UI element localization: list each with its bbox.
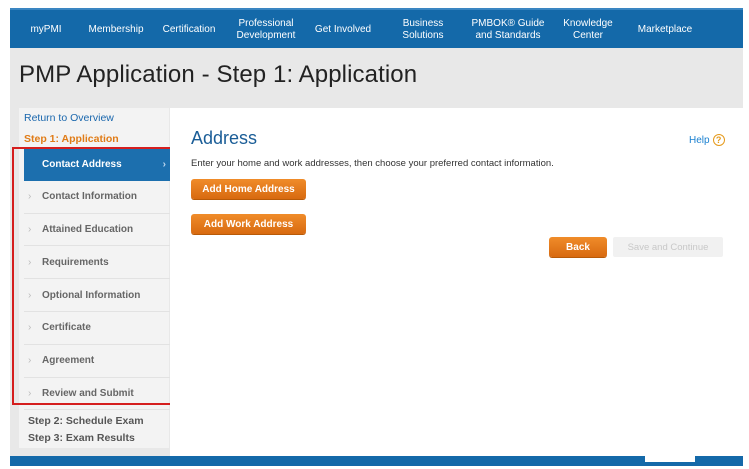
substep-review-and-submit[interactable]: › Review and Submit [24, 378, 170, 411]
help-icon: ? [712, 134, 725, 146]
nav-item-membership[interactable]: Membership [82, 10, 150, 50]
chevron-right-icon: › [162, 158, 166, 170]
back-button[interactable]: Back [549, 237, 607, 257]
substep-label: Certificate [42, 322, 91, 334]
nav-item-mypmi[interactable]: myPMI [10, 10, 82, 50]
substep-certificate[interactable]: › Certificate [24, 312, 170, 345]
add-home-address-button[interactable]: Add Home Address [191, 179, 306, 199]
substep-attained-education[interactable]: › Attained Education [24, 214, 170, 247]
substep-label: Optional Information [42, 289, 141, 301]
chevron-right-icon: › [28, 355, 32, 367]
nav-item-knowledge-center[interactable]: Knowledge Center [552, 10, 624, 50]
save-and-continue-button[interactable]: Save and Continue [613, 237, 723, 257]
substep-contact-address[interactable]: Contact Address › [24, 148, 178, 181]
nav-item-marketplace[interactable]: Marketplace [624, 10, 706, 50]
bottom-bar-gap [645, 456, 695, 462]
help-label: Help [689, 134, 710, 146]
nav-item-pmbok-guide[interactable]: PMBOK® Guide and Standards [464, 10, 552, 50]
substep-label: Attained Education [42, 223, 134, 235]
chevron-right-icon: › [28, 191, 32, 203]
chevron-right-icon: › [28, 322, 32, 334]
page-title: PMP Application - Step 1: Application [19, 61, 418, 88]
substep-optional-information[interactable]: › Optional Information [24, 279, 170, 312]
substep-label: Contact Address [42, 158, 122, 170]
add-work-address-button[interactable]: Add Work Address [191, 214, 306, 234]
substep-requirements[interactable]: › Requirements [24, 246, 170, 280]
substep-list: Contact Address › › Contact Information … [24, 148, 178, 411]
section-title: Address [191, 128, 258, 148]
app-window: myPMI Membership Certification Professio… [0, 0, 749, 469]
substep-label: Requirements [42, 256, 109, 268]
current-step-label: Step 1: Application [24, 133, 119, 145]
step2-label: Step 2: Schedule Exam [28, 415, 144, 427]
nav-item-business-solutions[interactable]: Business Solutions [382, 10, 464, 50]
step3-label: Step 3: Exam Results [28, 432, 135, 444]
chevron-right-icon: › [28, 223, 32, 235]
instructions-text: Enter your home and work addresses, then… [191, 158, 554, 169]
help-link[interactable]: Help ? [689, 134, 725, 146]
substep-label: Review and Submit [42, 387, 134, 399]
return-to-overview-link[interactable]: Return to Overview [24, 112, 114, 124]
chevron-right-icon: › [28, 289, 32, 301]
substep-label: Agreement [42, 355, 95, 367]
nav-item-get-involved[interactable]: Get Involved [304, 10, 382, 50]
substep-agreement[interactable]: › Agreement [24, 345, 170, 378]
chevron-right-icon: › [28, 256, 32, 268]
substep-contact-information[interactable]: › Contact Information [24, 181, 170, 214]
nav-item-certification[interactable]: Certification [150, 10, 228, 50]
nav-item-professional-development[interactable]: Professional Development [228, 10, 304, 50]
substep-label: Contact Information [42, 191, 137, 203]
bottom-bar [10, 456, 743, 466]
chevron-right-icon: › [28, 387, 32, 399]
top-nav: myPMI Membership Certification Professio… [10, 8, 743, 50]
